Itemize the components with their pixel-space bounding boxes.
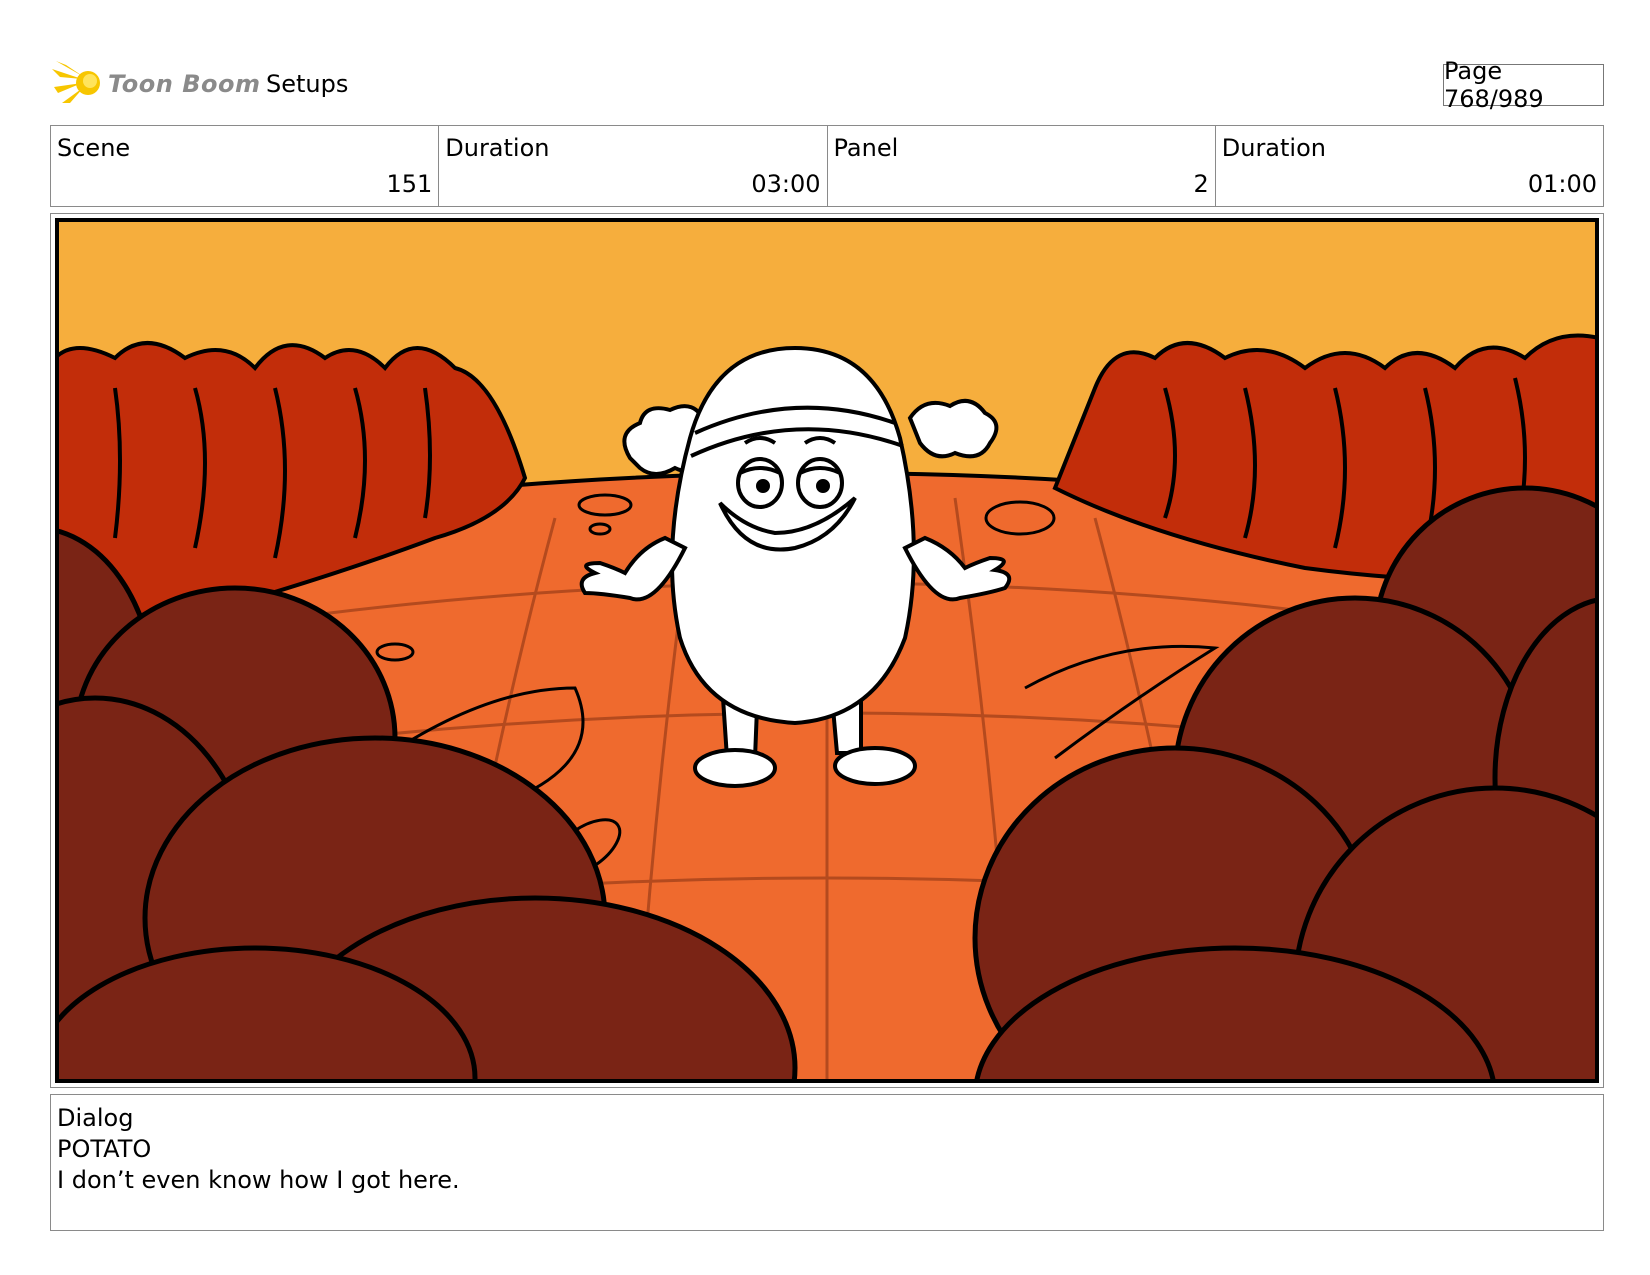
section-title: Setups — [266, 70, 349, 98]
panel-label: Panel — [833, 134, 899, 162]
scene-cell: Scene 151 — [51, 126, 440, 206]
dialog-label: Dialog — [57, 1104, 134, 1132]
storyboard-panel-frame — [50, 213, 1604, 1088]
scene-value: 151 — [386, 170, 433, 198]
comet-icon — [52, 61, 100, 103]
logo-text: Toon Boom — [108, 70, 261, 98]
storyboard-panel-image — [55, 218, 1599, 1083]
panel-duration-cell: Duration 01:00 — [1216, 126, 1603, 206]
right-smoke-puff — [907, 398, 999, 459]
dialog-character: POTATO — [57, 1135, 152, 1163]
page-indicator: Page 768/989 — [1443, 57, 1604, 113]
panel-cell: Panel 2 — [828, 126, 1216, 206]
toon-boom-logo: Toon Boom — [52, 56, 260, 112]
scene-info-row: Scene 151 Duration 03:00 Panel 2 Duratio… — [50, 125, 1604, 207]
panel-value: 2 — [1193, 170, 1209, 198]
scene-label: Scene — [57, 134, 131, 162]
panel-duration-label: Duration — [1221, 134, 1326, 162]
dialog-box: Dialog POTATO I don’t even know how I go… — [50, 1094, 1604, 1231]
dialog-line: I don’t even know how I got here. — [57, 1166, 460, 1194]
scene-duration-value: 03:00 — [751, 170, 821, 198]
scene-duration-label: Duration — [445, 134, 550, 162]
panel-duration-value: 01:00 — [1527, 170, 1597, 198]
scene-duration-cell: Duration 03:00 — [439, 126, 828, 206]
